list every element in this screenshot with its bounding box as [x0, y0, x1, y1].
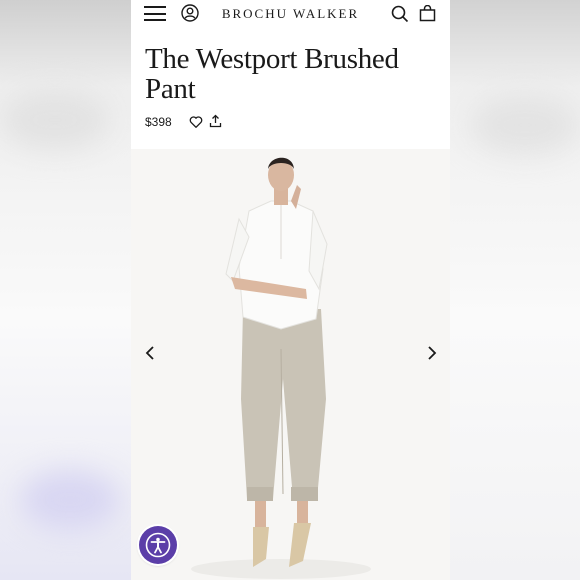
- background-blur: [0, 90, 110, 150]
- share-icon[interactable]: [209, 114, 222, 128]
- product-title: The Westport Brushed Pant: [145, 43, 399, 105]
- top-navigation-bar: BROCHU WALKER: [131, 0, 450, 28]
- background-blur: [470, 95, 580, 155]
- chevron-right-icon[interactable]: [425, 345, 439, 361]
- product-page: BROCHU WALKER The Westport Brushed Pant …: [131, 0, 450, 580]
- background-right: [450, 0, 580, 580]
- heart-icon[interactable]: [189, 115, 203, 129]
- product-image-gallery[interactable]: [131, 149, 450, 580]
- accessibility-icon: [145, 532, 171, 558]
- accessibility-button[interactable]: [139, 526, 177, 564]
- background-blur: [20, 470, 120, 530]
- shopping-bag-icon[interactable]: [419, 4, 436, 22]
- chevron-left-icon[interactable]: [143, 345, 157, 361]
- search-icon[interactable]: [391, 5, 409, 23]
- product-photo: [191, 157, 371, 579]
- product-price: $398: [145, 115, 172, 129]
